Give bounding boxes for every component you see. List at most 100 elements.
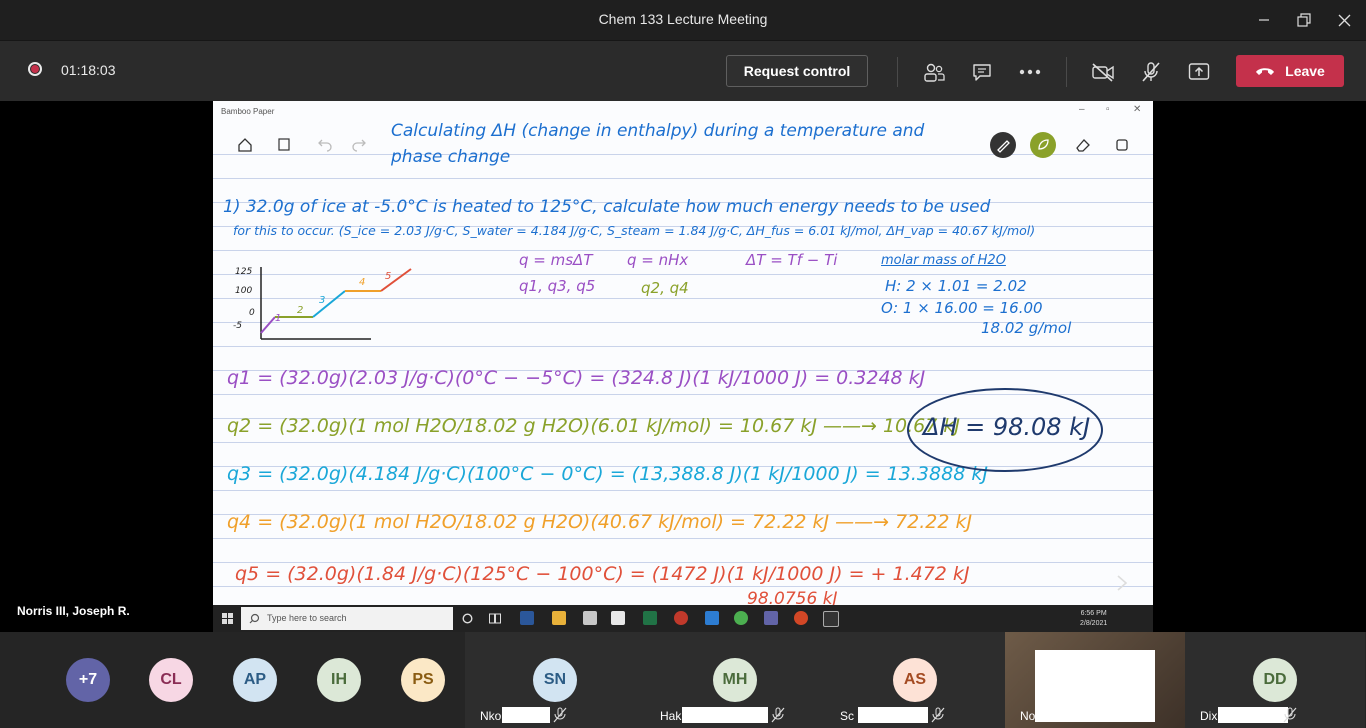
participant-name: Sc [840,709,855,723]
graph-seg-3: 3 [319,295,326,306]
problem-line2: for this to occur. (S_ice = 2.03 J/g·C, … [233,223,1036,238]
teams-icon [764,611,778,625]
overflow-tile: +7 CL AP IH PS [0,632,465,728]
mic-off-icon [771,707,785,723]
participant-tile[interactable]: SN Nko [465,632,645,728]
participants-icon[interactable] [920,58,948,86]
shared-restore-icon: ▫ [1106,104,1110,115]
taskbar-search: Type here to search [241,607,453,630]
molar-mass-total: 18.02 g/mol [981,319,1072,337]
title-bar: Chem 133 Lecture Meeting [0,0,1366,40]
participant-video-tile[interactable]: No [1005,632,1185,728]
pen-tool-icon [990,132,1016,158]
participant-name: Dix [1200,709,1218,723]
participant-tile[interactable]: AS Sc [825,632,1005,728]
bamboo-nav-icons [238,138,366,152]
formula-nh-steps: q2, q4 [641,279,689,297]
cortana-icon [462,613,473,624]
participant-name: No [1020,709,1036,723]
excel-icon [643,611,657,625]
window-title: Chem 133 Lecture Meeting [598,11,768,27]
molar-mass-o: O: 1 × 16.00 = 16.00 [881,299,1043,317]
more-participants-avatar[interactable]: +7 [66,658,110,702]
avatar[interactable]: PS [401,658,445,702]
problem-line1: 1) 32.0g of ice at -5.0°C is heated to 1… [223,197,991,217]
chevron-right-icon[interactable] [1114,573,1130,593]
notes-title-line1: Calculating ΔH (change in enthalpy) duri… [391,121,925,141]
formula-nh: q = nHx [627,251,689,269]
mic-off-icon [1283,707,1297,723]
shared-minimize-icon: – [1079,104,1085,115]
avatar: DD [1253,658,1297,702]
notes-title-line2: phase change [391,147,511,167]
heating-curve-sketch [260,267,412,340]
hang-up-icon [1256,68,1275,75]
taskbar-search-icon [249,613,260,624]
redaction-box [1218,707,1288,723]
minimize-icon[interactable] [1246,6,1282,34]
graph-tick-0: 0 [249,308,255,318]
word-icon [520,611,534,625]
avatar: AS [893,658,937,702]
step-q3: q3 = (32.0g)(4.184 J/g·C)(100°C − 0°C) =… [227,463,988,485]
call-timer: 01:18:03 [61,62,116,78]
participant-tile[interactable]: MH Hak [645,632,825,728]
shared-taskbar: Type here to search 6:56 PM 2/8/2021 [213,605,1153,632]
app-icon [705,611,719,625]
avatar[interactable]: AP [233,658,277,702]
participant-gallery: +7 CL AP IH PS SN Nko MH Hak AS Sc No DD… [0,632,1366,728]
acrobat-icon [823,611,839,627]
windows-start-icon [222,613,233,624]
toolbar-divider [897,57,898,87]
meeting-stage: Bamboo Paper – ▫ ✕ Calculating ΔH (chang… [0,101,1366,632]
participant-tile[interactable]: DD Dix [1185,632,1365,728]
formula-delta-t: ΔT = Tf − Ti [746,251,838,269]
taskbar-clock: 6:56 PM 2/8/2021 [1080,609,1107,629]
mic-off-icon [931,707,945,723]
final-answer: ΔH = 98.08 kJ [923,413,1091,441]
color-picker-icon [1030,132,1056,158]
chat-icon[interactable] [968,58,996,86]
graph-tick-125: 125 [235,267,253,277]
taskbar-time: 6:56 PM [1080,610,1107,617]
meeting-toolbar: 01:18:03 Request control Leave [0,40,1366,101]
graph-tick-100: 100 [235,286,253,296]
mic-off-icon[interactable] [1137,58,1165,86]
avatar[interactable]: CL [149,658,193,702]
camera-off-icon[interactable] [1089,58,1117,86]
close-icon[interactable] [1326,6,1362,34]
share-screen-icon[interactable] [1185,58,1213,86]
step-q4: q4 = (32.0g)(1 mol H2O/18.02 g H2O)(40.6… [227,511,973,533]
redaction-box [858,707,928,723]
file-explorer-icon [552,611,566,625]
leave-label: Leave [1285,63,1325,79]
eraser-icon [1076,139,1090,152]
toolbar-divider [1066,57,1067,87]
avatar: SN [533,658,577,702]
restore-icon[interactable] [1286,6,1322,34]
leave-button[interactable]: Leave [1236,55,1344,87]
shared-screen: Bamboo Paper – ▫ ✕ Calculating ΔH (chang… [213,101,1153,632]
avatar[interactable]: IH [317,658,361,702]
graph-seg-2: 2 [297,305,304,316]
formula-msdt-steps: q1, q3, q5 [519,277,596,295]
pages-icon [1116,139,1128,151]
participant-name: Hak [660,709,682,723]
more-options-icon[interactable] [1016,58,1044,86]
presenter-name: Norris III, Joseph R. [17,604,130,618]
request-control-button[interactable]: Request control [726,55,868,87]
chrome-icon [734,611,748,625]
recording-icon [28,62,42,76]
recorder-icon [674,611,688,625]
graph-seg-4: 4 [359,277,366,288]
molar-mass-heading: molar mass of H2O [881,253,1006,268]
redaction-box [502,707,550,723]
task-view-icon [489,613,501,624]
graph-seg-5: 5 [385,271,392,282]
redaction-box [682,707,768,723]
shared-app-title: Bamboo Paper [221,107,275,116]
graph-tick-neg5: -5 [233,321,242,331]
participant-name: Nko [480,709,502,723]
app-icon [583,611,597,625]
molar-mass-h: H: 2 × 1.01 = 2.02 [885,277,1027,295]
